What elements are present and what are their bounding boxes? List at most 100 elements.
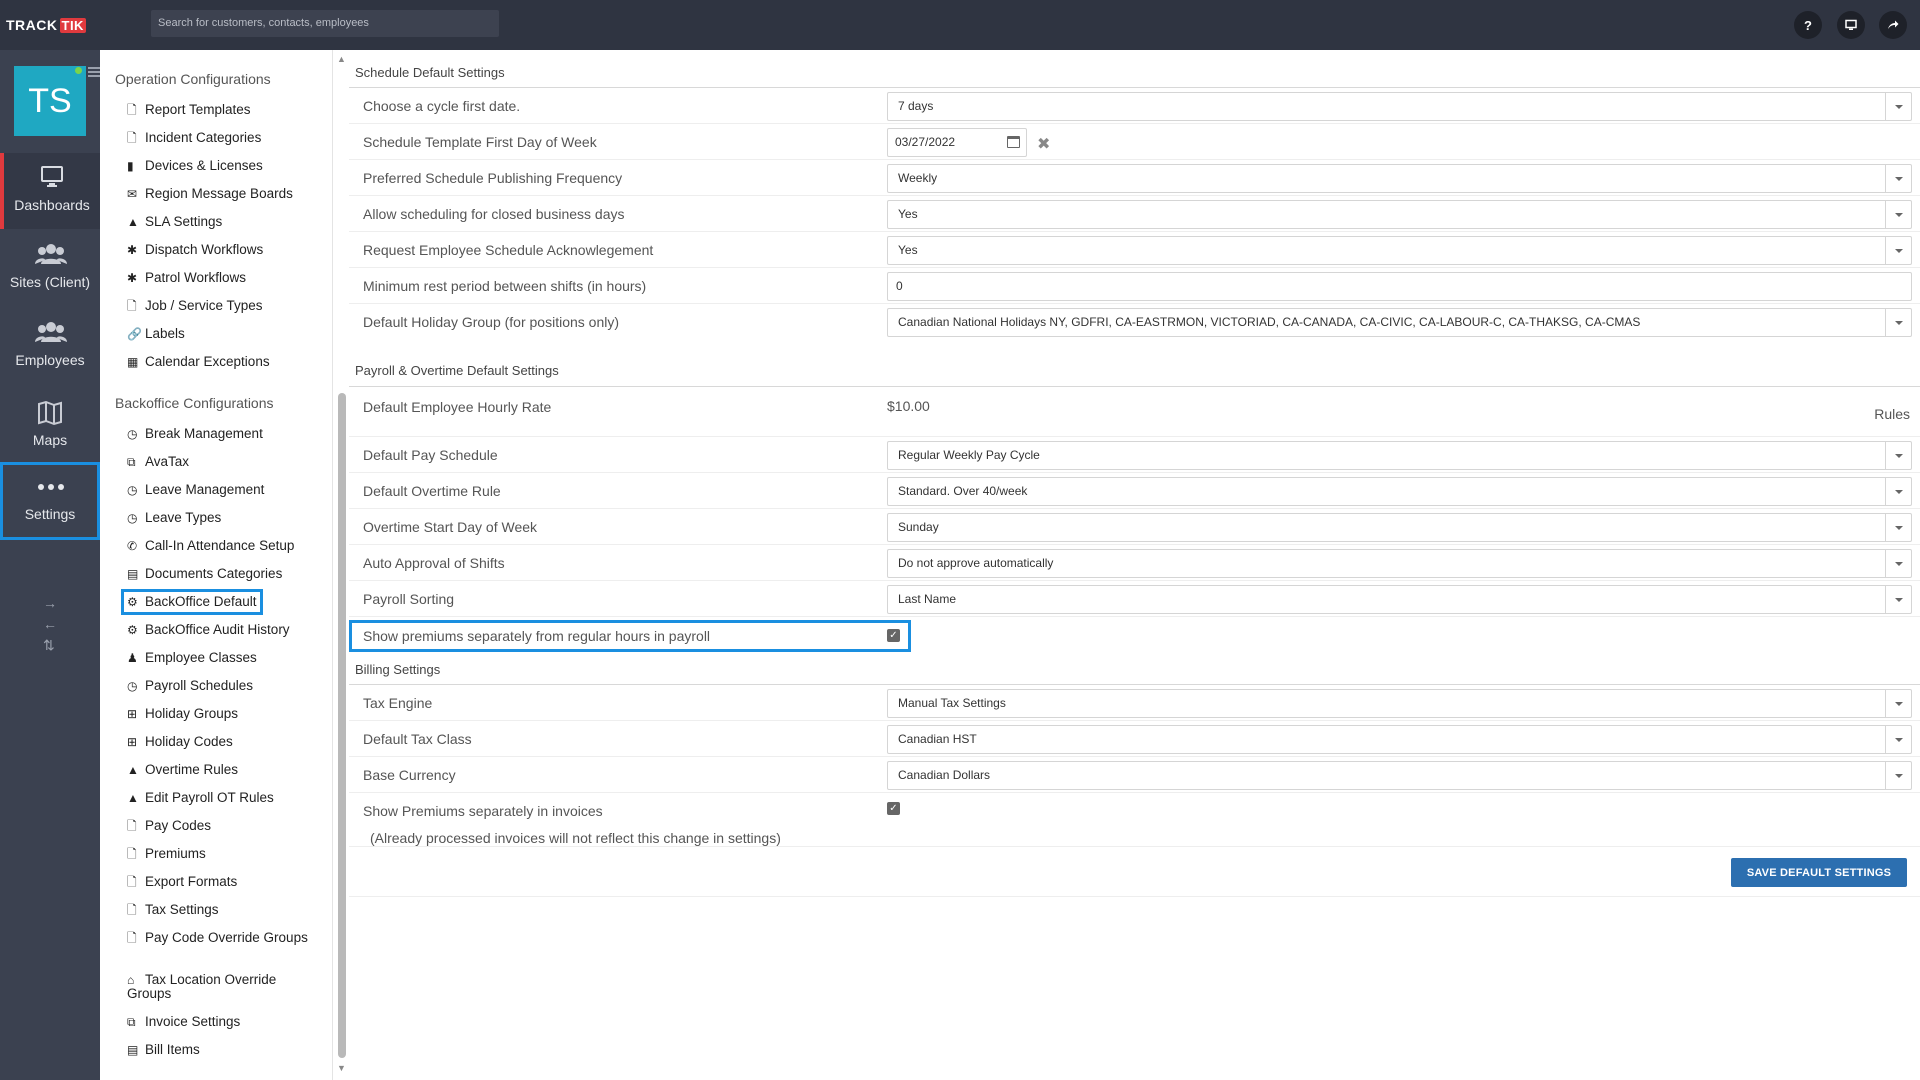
row-tax-class: Default Tax Class Canadian HST xyxy=(349,721,1920,757)
payroll-sorting-select[interactable]: Last Name xyxy=(887,585,1912,614)
cfg-avatax[interactable]: ⧉ AvaTax xyxy=(127,455,189,470)
base-currency-select[interactable]: Canadian Dollars xyxy=(887,761,1912,790)
row-overtime-rule: Default Overtime Rule Standard. Over 40/… xyxy=(349,473,1920,509)
nav-label: Sites (Client) xyxy=(9,274,91,290)
row-auto-approval: Auto Approval of Shifts Do not approve a… xyxy=(349,545,1920,581)
cfg-holiday-codes[interactable]: ⊞ Holiday Codes xyxy=(127,735,233,750)
row-hourly-rate: Default Employee Hourly Rate $10.00 Rule… xyxy=(349,387,1920,437)
global-search-input[interactable] xyxy=(151,10,499,37)
publish-frequency-label: Preferred Schedule Publishing Frequency xyxy=(363,170,623,186)
cfg-labels[interactable]: 🔗 Labels xyxy=(127,327,185,342)
tax-engine-select[interactable]: Manual Tax Settings xyxy=(887,689,1912,718)
operation-configurations-title: Operation Configurations xyxy=(115,71,271,87)
cfg-edit-payroll-ot-rules[interactable]: ▲ Edit Payroll OT Rules xyxy=(127,791,274,806)
rest-period-input[interactable]: 0 xyxy=(887,272,1912,301)
config-scrollbar-thumb[interactable] xyxy=(338,393,346,1058)
left-nav: TS Dashboards Sites (Client) Employees M… xyxy=(0,50,100,1080)
tax-class-select[interactable]: Canadian HST xyxy=(887,725,1912,754)
cfg-patrol-workflows[interactable]: ✱ Patrol Workflows xyxy=(127,271,246,286)
nav-sites-client[interactable]: Sites (Client) xyxy=(0,230,100,306)
cfg-export-formats[interactable]: 🗋 Export Formats xyxy=(127,875,237,890)
clock-icon: ◷ xyxy=(127,679,138,693)
premiums-invoices-checkbox[interactable]: ✓ xyxy=(887,802,900,815)
row-overtime-start-day: Overtime Start Day of Week Sunday xyxy=(349,509,1920,545)
nav-maps[interactable]: Maps xyxy=(0,388,100,464)
cfg-backoffice-audit-history[interactable]: ⚙ BackOffice Audit History xyxy=(127,623,290,638)
chevron-down-icon xyxy=(1885,201,1911,228)
template-date-input[interactable]: 03/27/2022 xyxy=(887,128,1027,157)
row-pay-schedule: Default Pay Schedule Regular Weekly Pay … xyxy=(349,437,1920,473)
chevron-down-icon xyxy=(1885,690,1911,717)
overtime-rule-select[interactable]: Standard. Over 40/week xyxy=(887,477,1912,506)
nav-employees[interactable]: Employees xyxy=(0,308,100,384)
user-avatar[interactable]: TS xyxy=(14,66,86,136)
cfg-incident-categories[interactable]: 🗋 Incident Categories xyxy=(127,131,261,146)
clear-date-icon[interactable]: ✖ xyxy=(1037,134,1050,154)
tax-class-label: Default Tax Class xyxy=(363,731,472,747)
overtime-start-day-select[interactable]: Sunday xyxy=(887,513,1912,542)
premiums-invoices-label: Show Premiums separately in invoices xyxy=(363,803,603,819)
chevron-down-icon xyxy=(1885,550,1911,577)
scroll-up-arrow-icon[interactable]: ▲ xyxy=(337,54,346,64)
cfg-leave-management[interactable]: ◷ Leave Management xyxy=(127,483,264,498)
share-icon[interactable] xyxy=(1879,11,1907,39)
cfg-tax-location-override-groups[interactable]: ⌂ Tax Location Override Groups xyxy=(127,973,317,1001)
arrow-right-icon[interactable]: → xyxy=(43,593,57,614)
cfg-bill-items[interactable]: ▤ Bill Items xyxy=(127,1043,200,1058)
hamburger-menu-icon[interactable] xyxy=(88,67,100,77)
calendar-icon[interactable] xyxy=(1007,136,1020,148)
sites-icon xyxy=(35,242,67,268)
warning-icon: ▲ xyxy=(127,763,139,777)
cfg-report-templates[interactable]: 🗋 Report Templates xyxy=(127,103,251,118)
cfg-job-service-types[interactable]: 🗋 Job / Service Types xyxy=(127,299,263,314)
acknowledgement-select[interactable]: Yes xyxy=(887,236,1912,265)
workflow-icon: ✱ xyxy=(127,243,138,257)
publish-frequency-select[interactable]: Weekly xyxy=(887,164,1912,193)
clock-icon: ◷ xyxy=(127,427,138,441)
cfg-break-management[interactable]: ◷ Break Management xyxy=(127,427,263,442)
cfg-call-in-attendance-setup[interactable]: ✆ Call-In Attendance Setup xyxy=(127,539,294,554)
closed-days-select[interactable]: Yes xyxy=(887,200,1912,229)
monitor-icon[interactable] xyxy=(1837,11,1865,39)
cfg-leave-types[interactable]: ◷ Leave Types xyxy=(127,511,221,526)
scroll-down-arrow-icon[interactable]: ▼ xyxy=(337,1063,346,1073)
cycle-select[interactable]: 7 days xyxy=(887,92,1912,121)
cfg-tax-settings[interactable]: 🗋 Tax Settings xyxy=(127,903,219,918)
cfg-pay-code-override-groups[interactable]: 🗋 Pay Code Override Groups xyxy=(127,931,317,946)
cfg-invoice-settings[interactable]: ⧉ Invoice Settings xyxy=(127,1015,240,1030)
cfg-employee-classes[interactable]: ♟ Employee Classes xyxy=(127,651,257,666)
cfg-documents-categories[interactable]: ▤ Documents Categories xyxy=(127,567,282,582)
cfg-holiday-groups[interactable]: ⊞ Holiday Groups xyxy=(127,707,238,722)
cfg-region-message-boards[interactable]: ✉ Region Message Boards xyxy=(127,187,293,202)
pay-schedule-select[interactable]: Regular Weekly Pay Cycle xyxy=(887,441,1912,470)
row-holiday-group: Default Holiday Group (for positions onl… xyxy=(349,304,1920,340)
cfg-pay-codes[interactable]: 🗋 Pay Codes xyxy=(127,819,211,834)
cfg-backoffice-default[interactable]: ⚙ BackOffice Default xyxy=(121,589,263,615)
cfg-overtime-rules[interactable]: ▲ Overtime Rules xyxy=(127,763,238,778)
sort-arrows-icon[interactable]: ⇅ xyxy=(43,635,57,656)
arrow-left-icon[interactable]: ← xyxy=(43,614,57,635)
nav-dashboards[interactable]: Dashboards xyxy=(0,153,100,229)
cfg-payroll-schedules[interactable]: ◷ Payroll Schedules xyxy=(127,679,253,694)
cfg-premiums[interactable]: 🗋 Premiums xyxy=(127,847,206,862)
cfg-devices-licenses[interactable]: ▮ Devices & Licenses xyxy=(127,159,263,174)
row-template-day: Schedule Template First Day of Week 03/2… xyxy=(349,124,1920,160)
save-default-settings-button[interactable]: SAVE DEFAULT SETTINGS xyxy=(1731,858,1907,887)
warning-icon: ▲ xyxy=(127,791,139,805)
row-cycle: Choose a cycle first date. 7 days xyxy=(349,88,1920,124)
cfg-sla-settings[interactable]: ▲ SLA Settings xyxy=(127,215,222,230)
holiday-group-select[interactable]: Canadian National Holidays NY, GDFRI, CA… xyxy=(887,308,1912,337)
cfg-calendar-exceptions[interactable]: ▦ Calendar Exceptions xyxy=(127,355,270,370)
nav-settings[interactable]: Settings xyxy=(0,462,100,540)
chevron-down-icon xyxy=(1885,514,1911,541)
auto-approval-select[interactable]: Do not approve automatically xyxy=(887,549,1912,578)
rest-period-label: Minimum rest period between shifts (in h… xyxy=(363,278,647,294)
cfg-dispatch-workflows[interactable]: ✱ Dispatch Workflows xyxy=(127,243,263,258)
tracktik-logo[interactable]: TRACK TIK xyxy=(6,16,86,34)
chevron-down-icon xyxy=(1885,165,1911,192)
premiums-payroll-checkbox[interactable]: ✓ xyxy=(887,629,900,642)
rules-link[interactable]: Rules xyxy=(1874,406,1910,422)
home-icon: ⌂ xyxy=(127,973,135,987)
help-icon[interactable]: ? xyxy=(1794,11,1822,39)
document-icon: 🗋 xyxy=(127,931,137,945)
